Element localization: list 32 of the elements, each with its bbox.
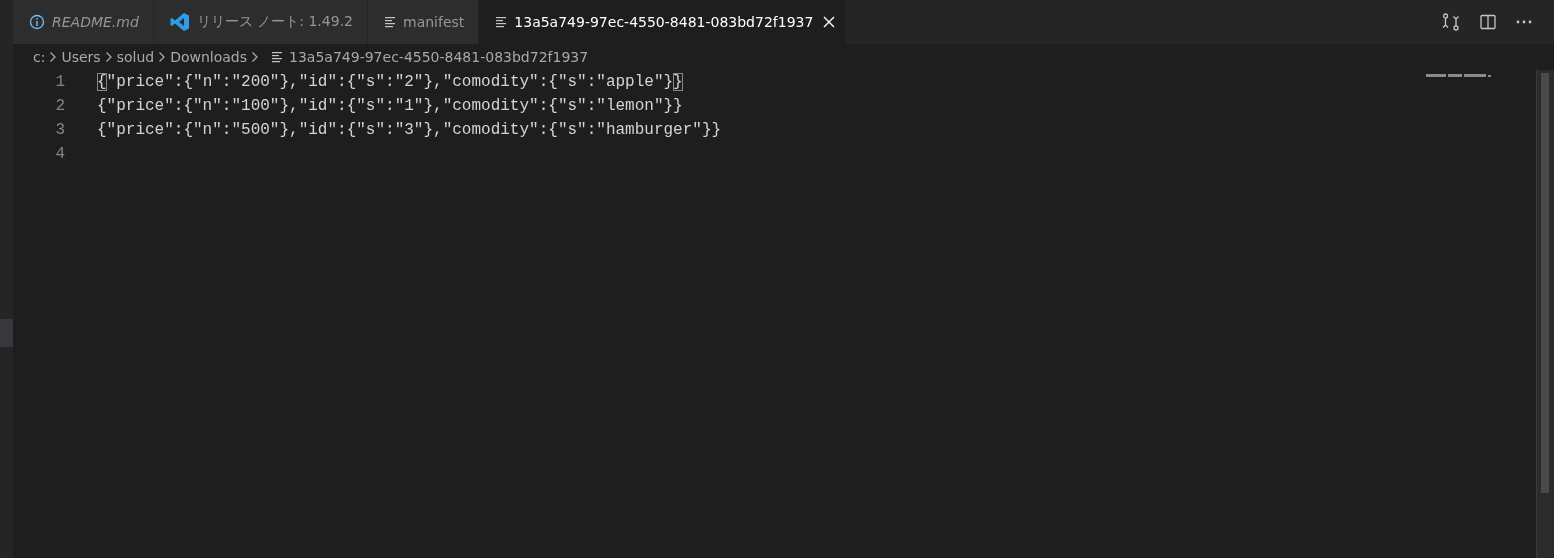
line-number: 4 — [54, 144, 65, 165]
line-number: 2 — [54, 96, 65, 117]
line-number: 3 — [54, 120, 65, 141]
chevron-right-icon — [104, 51, 113, 63]
chevron-right-icon — [251, 51, 260, 63]
editor-tab[interactable]: 13a5a749-97ec-4550-8481-083bd72f1937 — [479, 0, 847, 44]
activity-bar-indicator — [0, 319, 13, 347]
breadcrumb-folder[interactable]: c: — [33, 49, 46, 65]
file-lines-icon — [384, 16, 396, 28]
more-actions-icon[interactable] — [1516, 20, 1532, 24]
file-lines-icon — [271, 51, 284, 63]
editor-tab[interactable]: README.md — [13, 0, 154, 44]
editor-tab[interactable]: リリース ノート: 1.49.2 — [153, 0, 368, 44]
breadcrumb-file[interactable]: 13a5a749-97ec-4550-8481-083bd72f1937 — [271, 49, 589, 65]
chevron-right-icon — [158, 51, 167, 63]
compare-changes-icon[interactable] — [1442, 13, 1460, 31]
code-line: {"price":{"n":"500"},"id":{"s":"3"},"comodity":{"s":"hamburger"}} — [97, 120, 722, 141]
file-lines-icon — [495, 16, 508, 28]
info-icon — [29, 14, 45, 30]
split-editor-icon[interactable] — [1480, 14, 1496, 30]
line-number: 1 — [54, 72, 65, 93]
code-line: {"price":{"n":"200"},"id":{"s":"2"},"comodity":{"s":"apple"}} — [97, 72, 683, 93]
breadcrumb-folder[interactable]: solud — [116, 49, 155, 65]
code-line: {"price":{"n":"100"},"id":{"s":"1"},"comodity":{"s":"lemon"}} — [97, 96, 683, 117]
breadcrumb-folder[interactable]: Downloads — [170, 49, 248, 65]
close-icon[interactable] — [823, 16, 836, 28]
breadcrumb-folder[interactable]: Users — [61, 49, 101, 65]
chevron-right-icon — [49, 51, 58, 63]
minimap-drawing[interactable] — [1426, 74, 1492, 78]
vscode-logo-icon — [169, 12, 190, 32]
editor-tab[interactable]: manifest — [368, 0, 480, 44]
scrollbar[interactable] — [1536, 70, 1554, 558]
